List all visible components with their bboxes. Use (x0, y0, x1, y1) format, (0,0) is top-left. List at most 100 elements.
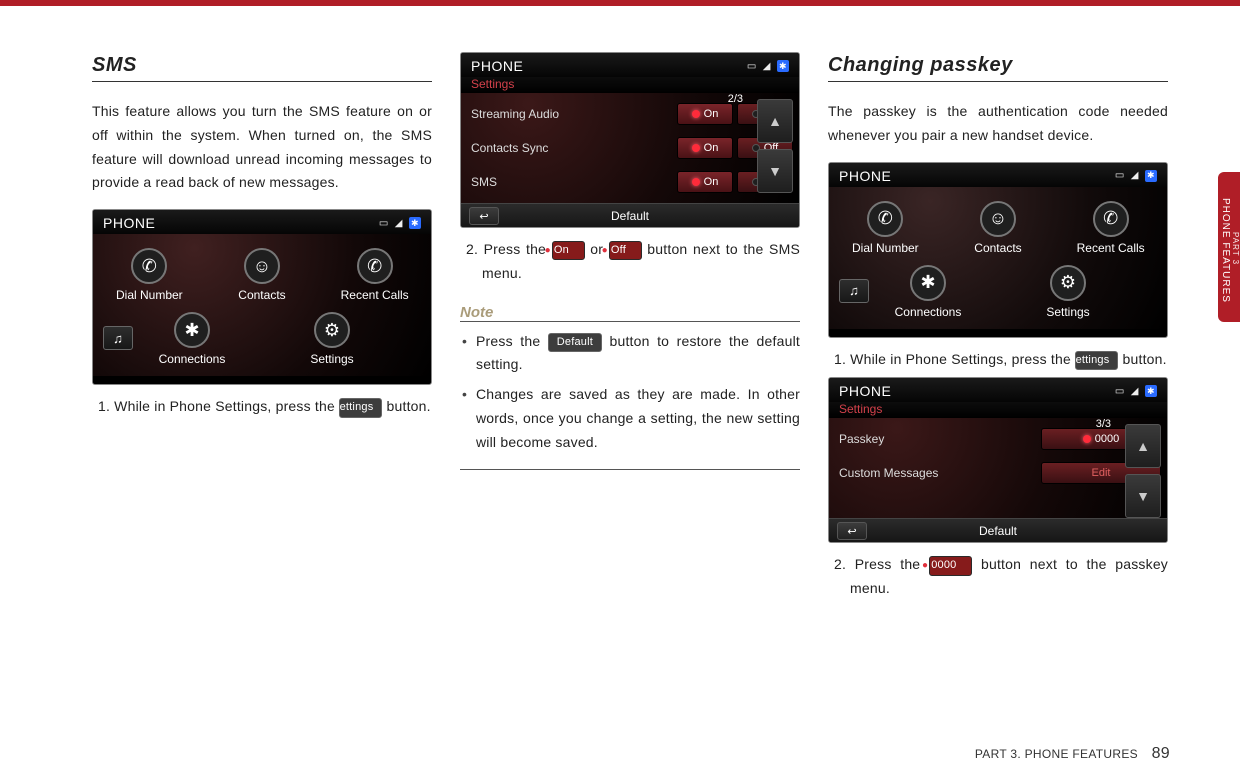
battery-icon: ▭ (1115, 170, 1125, 181)
on-pill: On (552, 241, 585, 260)
scroll-up-button[interactable]: ▲ (1125, 424, 1161, 468)
bluetooth-circle-icon: ✱ (910, 265, 946, 301)
text: button. (382, 398, 430, 414)
label: Connections (159, 352, 226, 366)
side-tab-title: PHONE FEATURES (1220, 198, 1231, 303)
shot-title: PHONE (839, 383, 891, 399)
label: SMS (471, 175, 673, 189)
toggle-on[interactable]: On (677, 137, 733, 159)
text: 2. Press the (466, 241, 552, 257)
row-contacts-sync: Contacts Sync On Off (471, 131, 793, 165)
menu-connections[interactable]: ✱Connections (878, 265, 978, 319)
recent-icon: ✆ (357, 248, 393, 284)
person-icon: ☺ (244, 248, 280, 284)
column-sms: SMS This feature allows you turn the SMS… (92, 46, 432, 607)
status-icons: ▭ ◢ ✱ (379, 217, 421, 229)
recent-icon: ✆ (1093, 201, 1129, 237)
settings-pill: Settings (1075, 351, 1118, 370)
passkey-step-1: 1. While in Phone Settings, press the Se… (828, 348, 1168, 372)
footer-crumb: PART 3. PHONE FEATURES (975, 747, 1138, 761)
shot-bottombar: ↩ Default (829, 518, 1167, 542)
menu-dial-number[interactable]: ✆ Dial Number (835, 201, 935, 255)
passkey-intro-text: The passkey is the authentication code n… (828, 100, 1168, 148)
menu-contacts[interactable]: ☺Contacts (948, 201, 1048, 255)
phone-icon: ✆ (131, 248, 167, 284)
menu-recent-calls[interactable]: ✆Recent Calls (1061, 201, 1161, 255)
sms-step-1: 1. While in Phone Settings, press the Se… (92, 395, 432, 419)
row-custom-messages: Custom Messages Edit (839, 456, 1161, 490)
footer-page-number: 89 (1152, 745, 1170, 762)
label: Contacts (238, 288, 285, 302)
bluetooth-icon: ✱ (1145, 170, 1157, 182)
side-tab-part: PART 3 (1231, 178, 1240, 320)
settings-pill: Settings (339, 398, 382, 417)
signal-icon: ◢ (1131, 170, 1139, 181)
now-playing-button[interactable]: ♫ (839, 279, 869, 303)
back-button[interactable]: ↩ (837, 522, 867, 540)
bluetooth-icon: ✱ (1145, 385, 1157, 397)
label: Custom Messages (839, 466, 1037, 480)
sms-intro-text: This feature allows you turn the SMS fea… (92, 100, 432, 195)
label: Contacts Sync (471, 141, 673, 155)
row-sms: SMS On Off (471, 165, 793, 199)
page-counter: 2/3 (728, 93, 743, 105)
label: Recent Calls (341, 288, 409, 302)
menu-settings[interactable]: ⚙ Settings (282, 312, 382, 366)
label: Settings (310, 352, 353, 366)
scroll-down-button[interactable]: ▼ (1125, 474, 1161, 518)
default-label[interactable]: Default (611, 209, 649, 223)
row-streaming-audio: Streaming Audio On Off (471, 97, 793, 131)
default-label[interactable]: Default (979, 524, 1017, 538)
text: 1. While in Phone Settings, press the (98, 398, 339, 414)
note-list: Press the Default button to restore the … (460, 330, 800, 470)
signal-icon: ◢ (1131, 386, 1139, 397)
menu-dial-number[interactable]: ✆ Dial Number (99, 248, 199, 302)
screenshot-phone-home-2: PHONE ▭ ◢ ✱ ✆ Dial Number ☺Contacts ✆Rece… (828, 162, 1168, 338)
gear-icon: ⚙ (1050, 265, 1086, 301)
text: 1. While in Phone Settings, press the (834, 351, 1075, 367)
settings-list: 2/3 Streaming Audio On Off Contacts Sync… (461, 93, 799, 203)
side-tab: PART 3 PHONE FEATURES (1218, 172, 1240, 322)
shot-subtitle: Settings (461, 77, 799, 93)
menu-contacts[interactable]: ☺ Contacts (212, 248, 312, 302)
toggle-on[interactable]: On (677, 103, 733, 125)
off-pill: Off (609, 241, 642, 260)
zeros-pill: 0000 (929, 556, 972, 575)
battery-icon: ▭ (1115, 386, 1125, 397)
menu-recent-calls[interactable]: ✆ Recent Calls (325, 248, 425, 302)
shot-title: PHONE (103, 215, 155, 231)
note-item-1: Press the Default button to restore the … (474, 330, 800, 378)
scroll-buttons: ▲ ▼ (1125, 424, 1161, 518)
scroll-up-button[interactable]: ▲ (757, 99, 793, 143)
screenshot-settings-3of3: PHONE ▭ ◢ ✱ Settings 3/3 Passkey 0000 Cu… (828, 377, 1168, 543)
status-icons: ▭ ◢ ✱ (1115, 385, 1157, 397)
signal-icon: ◢ (395, 218, 403, 229)
status-icons: ▭ ◢ ✱ (747, 60, 789, 72)
shot-body: ✆ Dial Number ☺Contacts ✆Recent Calls ✱Co… (829, 187, 1167, 329)
column-sms-settings: PHONE ▭ ◢ ✱ Settings 2/3 Streaming Audio… (460, 46, 800, 607)
menu-settings[interactable]: ⚙ Settings (1018, 265, 1118, 319)
label: Dial Number (116, 288, 183, 302)
toggle-on[interactable]: On (677, 171, 733, 193)
scroll-buttons: ▲ ▼ (757, 99, 793, 193)
back-button[interactable]: ↩ (469, 207, 499, 225)
gear-icon: ⚙ (314, 312, 350, 348)
battery-icon: ▭ (747, 61, 757, 72)
note-item-2: Changes are saved as they are made. In o… (474, 383, 800, 454)
phone-icon: ✆ (867, 201, 903, 237)
shot-subtitle: Settings (829, 402, 1167, 418)
text: 2. Press the (834, 556, 929, 572)
label: Dial Number (852, 241, 919, 255)
now-playing-button[interactable]: ♫ (103, 326, 133, 350)
menu-connections[interactable]: ✱ Connections (142, 312, 242, 366)
section-title-passkey: Changing passkey (828, 54, 1168, 82)
bluetooth-icon: ✱ (777, 60, 789, 72)
scroll-down-button[interactable]: ▼ (757, 149, 793, 193)
text: button. (1118, 351, 1166, 367)
bluetooth-circle-icon: ✱ (174, 312, 210, 348)
shot-titlebar: PHONE ▭ ◢ ✱ (93, 210, 431, 234)
text: Press the (476, 333, 548, 349)
default-pill: Default (548, 333, 602, 352)
label: Settings (1046, 305, 1089, 319)
shot-titlebar: PHONE ▭ ◢ ✱ (829, 163, 1167, 187)
